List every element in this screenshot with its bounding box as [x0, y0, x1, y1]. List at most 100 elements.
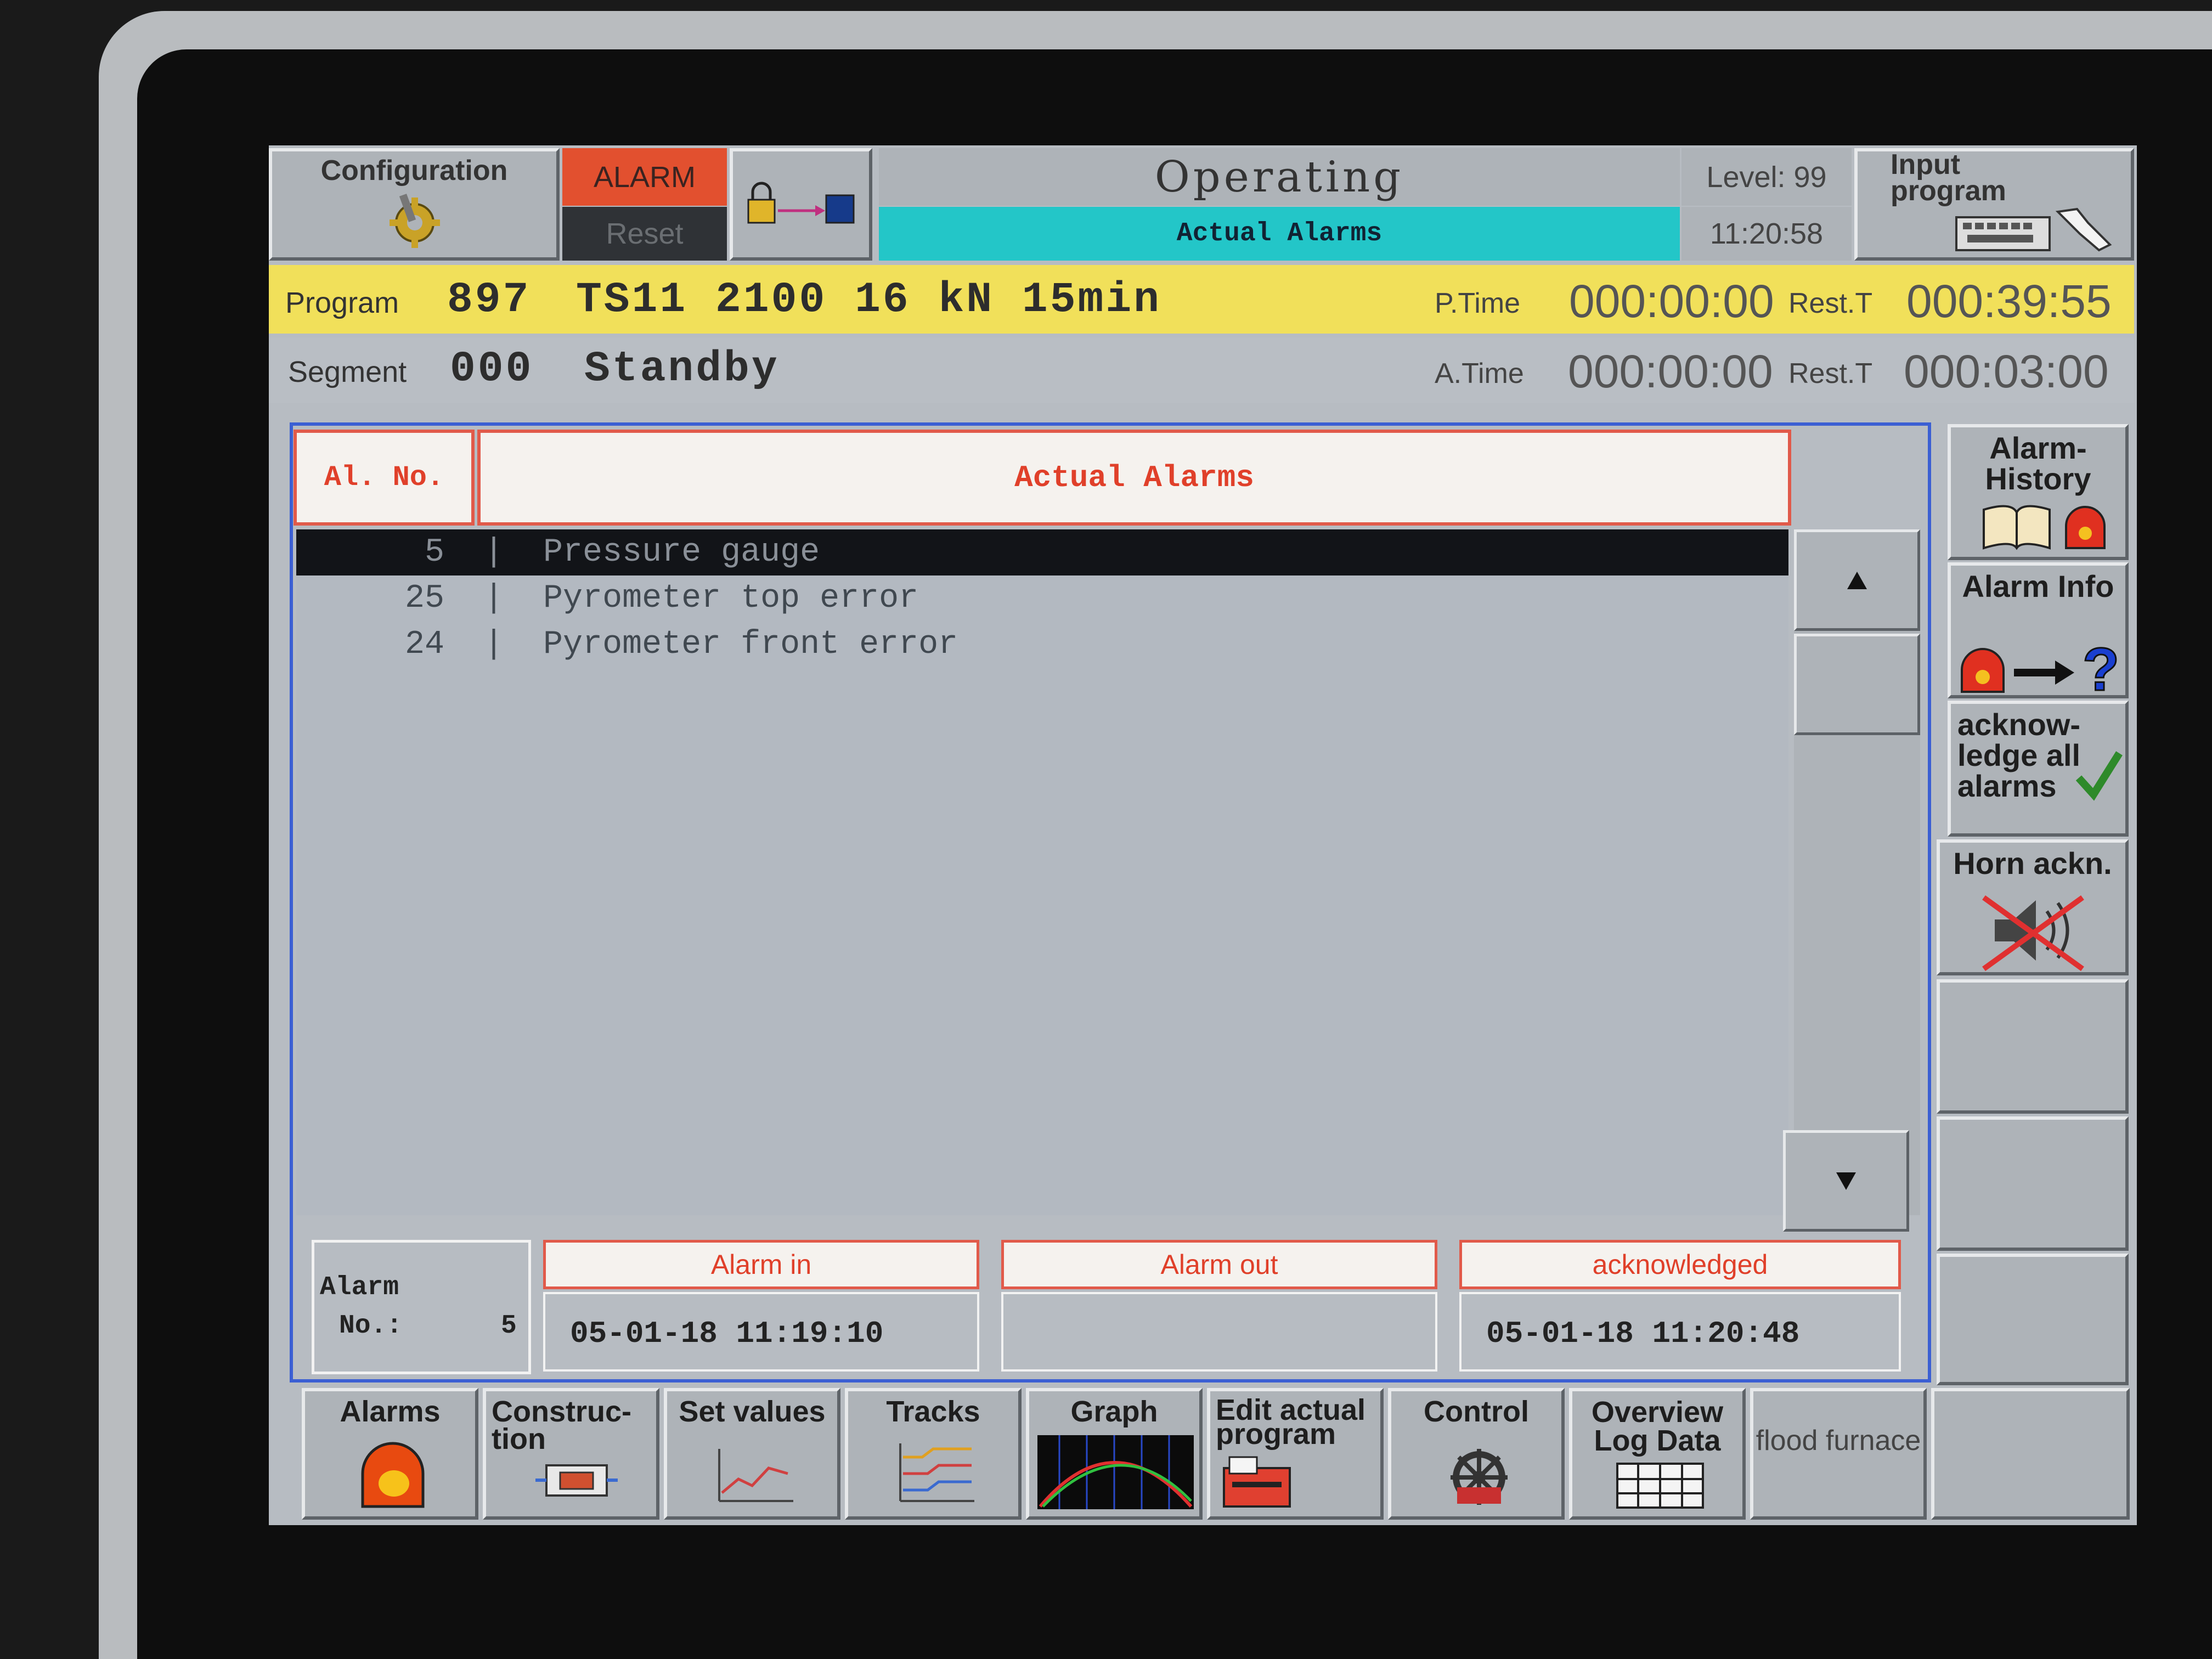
scrollbar-thumb[interactable]: [1794, 634, 1920, 735]
level-display: Level: 99: [1681, 148, 1852, 206]
configuration-button[interactable]: Configuration: [269, 148, 560, 261]
scroll-up-button[interactable]: [1794, 529, 1920, 631]
flood-furnace-button[interactable]: flood furnace: [1750, 1388, 1927, 1520]
lock-login-button[interactable]: [730, 148, 872, 261]
alarm-row-number: 24: [404, 626, 444, 663]
alarm-out-header: Alarm out: [1001, 1240, 1437, 1289]
overview-log-data-button[interactable]: Overview Log Data: [1569, 1388, 1746, 1520]
alarm-list[interactable]: 5 | Pressure gauge 25 | Pyrometer top er…: [296, 529, 1788, 1215]
clock-display: 11:20:58: [1681, 207, 1852, 261]
lock-arrow-icon: [747, 182, 855, 224]
alarm-out-header-text: Alarm out: [1160, 1249, 1278, 1280]
ptime-label: P.Time: [1435, 287, 1521, 319]
acknowledged-header: acknowledged: [1459, 1240, 1901, 1289]
alarm-row-separator: |: [484, 580, 504, 617]
program-rest-label: Rest.T: [1788, 287, 1873, 319]
column-header-alarm-no-text: Al. No.: [324, 461, 444, 494]
book-alarm-icon: [1983, 505, 2106, 550]
horn-muted-icon: [1982, 895, 2084, 972]
alarm-info-label: Alarm Info: [1962, 569, 2114, 603]
scroll-down-button[interactable]: [1783, 1130, 1909, 1232]
horn-acknowledge-label: Horn ackn.: [1953, 846, 2112, 881]
column-header-actual-alarms-text: Actual Alarms: [1014, 460, 1254, 495]
edit-actual-program-button[interactable]: Edit actual program: [1207, 1388, 1384, 1520]
alarm-history-button[interactable]: Alarm-History: [1948, 424, 2129, 560]
alarm-in-value: 05-01-18 11:19:10: [543, 1292, 979, 1372]
control-label: Control: [1424, 1395, 1529, 1428]
segment-label: Segment: [288, 356, 407, 388]
segment-rest-value: 000:03:00: [1904, 346, 2109, 397]
alarm-info-icon: ?: [1961, 640, 2120, 695]
checkmark-icon: [2075, 751, 2123, 801]
program-row: Program 897 TS11 2100 16 kN 15min P.Time…: [269, 265, 2134, 334]
screen-subtitle: Actual Alarms: [879, 207, 1680, 261]
alarm-row-separator: |: [484, 626, 504, 663]
tracks-chart-icon: [899, 1443, 974, 1502]
alarm-row-number: 25: [404, 580, 444, 617]
graph-label: Graph: [1070, 1395, 1158, 1428]
setpoint-curve-icon: [718, 1449, 793, 1502]
segment-number: 000: [450, 345, 534, 393]
input-program-label: Input program: [1891, 149, 2006, 207]
tracks-button[interactable]: Tracks: [845, 1388, 1022, 1520]
construction-button[interactable]: Construc-tion: [483, 1388, 659, 1520]
alarm-number-label-line2: No.:: [339, 1311, 403, 1341]
reset-button[interactable]: Reset: [562, 207, 727, 261]
flood-furnace-label: flood furnace: [1756, 1425, 1921, 1457]
acknowledge-all-button[interactable]: acknow-ledge all alarms: [1948, 701, 2129, 837]
alarm-button[interactable]: ALARM: [562, 148, 727, 206]
segment-row: Segment 000 Standby A.Time 000:00:00 Res…: [269, 337, 2134, 403]
alarm-history-label: Alarm-History: [1985, 431, 2091, 496]
side-button-empty-1[interactable]: [1937, 979, 2129, 1114]
alarm-number-label-line1: Alarm: [320, 1273, 399, 1302]
ptime-value: 000:00:00: [1569, 275, 1774, 327]
program-label: Program: [285, 286, 399, 319]
alarm-beacon-icon: [361, 1442, 425, 1508]
edit-program-icon: [1223, 1456, 1291, 1508]
graph-curve-icon: [1037, 1435, 1194, 1509]
alarm-row[interactable]: 5 | Pressure gauge: [296, 529, 1788, 575]
log-table-icon: [1616, 1463, 1704, 1509]
scrollbar-track[interactable]: [1794, 529, 1920, 1215]
svg-text:?: ?: [2083, 640, 2119, 695]
acknowledge-all-label: acknow-ledge all alarms: [1957, 707, 2081, 803]
clock-text: 11:20:58: [1709, 217, 1824, 250]
input-program-button[interactable]: Input program: [1854, 148, 2134, 261]
alarms-button[interactable]: Alarms: [302, 1388, 478, 1520]
hmi-screen: Configuration ALARM Reset Operating Actu…: [269, 145, 2137, 1525]
control-button[interactable]: Control: [1388, 1388, 1565, 1520]
furnace-diagram-icon: [535, 1464, 618, 1497]
steering-wheel-icon: [1451, 1449, 1508, 1505]
alarms-label: Alarms: [340, 1395, 441, 1428]
column-header-alarm-no: Al. No.: [294, 430, 475, 526]
graph-button[interactable]: Graph: [1026, 1388, 1203, 1520]
configuration-label: Configuration: [320, 155, 508, 187]
keyboard-hand-icon: [1955, 207, 2112, 252]
alarm-row-number: 5: [424, 534, 444, 571]
construction-label: Construc-tion: [492, 1395, 631, 1455]
alarm-info-button[interactable]: Alarm Info ?: [1948, 562, 2129, 698]
acknowledged-header-text: acknowledged: [1592, 1249, 1768, 1280]
alarm-row-text: Pyrometer front error: [543, 626, 958, 663]
segment-rest-label: Rest.T: [1788, 358, 1873, 390]
horn-acknowledge-button[interactable]: Horn ackn.: [1937, 839, 2129, 975]
reset-label: Reset: [606, 217, 684, 250]
alarm-row-separator: |: [484, 534, 504, 571]
alarm-row-text: Pressure gauge: [543, 534, 820, 571]
side-button-empty-3[interactable]: [1937, 1254, 2129, 1385]
acknowledged-value: 05-01-18 11:20:48: [1459, 1292, 1901, 1372]
set-values-button[interactable]: Set values: [664, 1388, 840, 1520]
side-button-empty-2[interactable]: [1937, 1116, 2129, 1251]
bottom-button-empty[interactable]: [1931, 1388, 2130, 1520]
alarm-in-header-text: Alarm in: [710, 1249, 812, 1280]
tracks-label: Tracks: [886, 1395, 980, 1428]
arrow-up-icon: [1847, 571, 1867, 589]
atime-value: 000:00:00: [1568, 346, 1773, 397]
alarm-row[interactable]: 25 | Pyrometer top error: [296, 575, 1788, 622]
arrow-down-icon: [1836, 1172, 1856, 1190]
overview-log-data-label: Overview Log Data: [1591, 1396, 1724, 1457]
program-rest-value: 000:39:55: [1906, 275, 2112, 327]
alarm-row[interactable]: 24 | Pyrometer front error: [296, 622, 1788, 668]
set-values-label: Set values: [679, 1395, 826, 1428]
program-name: TS11 2100 16 kN 15min: [576, 276, 1161, 324]
